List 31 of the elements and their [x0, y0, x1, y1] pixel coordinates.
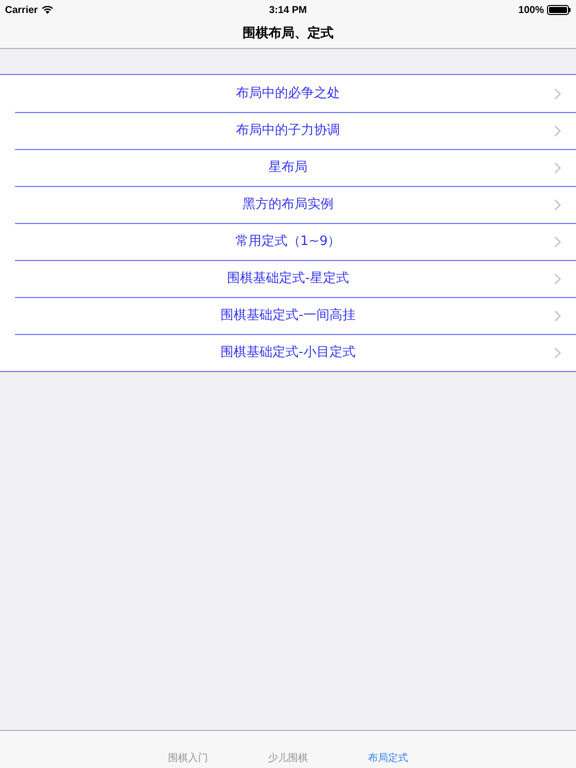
list-row[interactable]: 常用定式（1~9） — [15, 223, 576, 260]
wifi-icon — [42, 6, 53, 14]
battery-icon — [546, 5, 571, 15]
row-label: 围棋基础定式-小目定式 — [220, 344, 356, 362]
chevron-icon — [554, 162, 561, 174]
row-label: 布局中的必争之处 — [236, 84, 340, 103]
time-text: 3:14 PM — [269, 4, 307, 18]
chevron-icon — [554, 347, 561, 359]
list-row[interactable]: 星布局 — [15, 149, 576, 186]
row-label: 黑方的布局实例 — [242, 196, 334, 214]
list-row[interactable]: 布局中的必争之处 — [0, 75, 576, 112]
row-label: 常用定式（1~9） — [235, 233, 341, 252]
row-label: 星布局 — [268, 159, 308, 178]
list-row[interactable]: 黑方的布局实例 — [15, 186, 576, 223]
tab[interactable]: 布局定式 — [358, 751, 418, 766]
chevron-icon — [554, 236, 561, 248]
list-row[interactable]: 布局中的子力协调 — [15, 112, 576, 149]
chevron-icon — [554, 273, 561, 285]
row-label: 围棋基础定式-星定式 — [227, 270, 349, 288]
list-row[interactable]: 围棋基础定式-小目定式 — [15, 334, 576, 371]
row-label: 围棋基础定式-一间高挂 — [220, 307, 356, 326]
list-row[interactable]: 围棋基础定式-星定式 — [15, 260, 576, 297]
list-row[interactable]: 围棋基础定式-一间高挂 — [15, 297, 576, 334]
chevron-icon — [554, 199, 561, 211]
chevron-icon — [554, 125, 561, 137]
battery-text: 100% — [518, 4, 544, 18]
nav-title: 围棋布局、定式 — [242, 24, 334, 44]
chevron-icon — [554, 88, 561, 100]
row-label: 布局中的子力协调 — [236, 122, 340, 140]
chevron-icon — [554, 310, 561, 322]
carrier-text: Carrier — [5, 4, 38, 18]
